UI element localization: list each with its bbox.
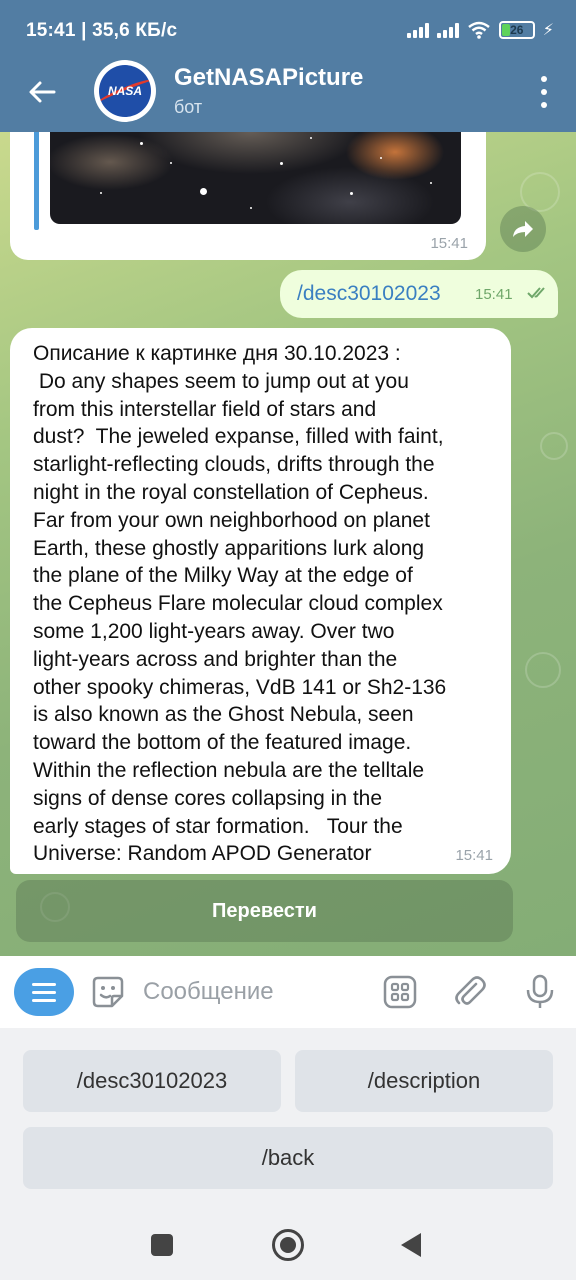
message-line: the plane of the Milky Way at the edge o… [33, 564, 413, 588]
message-line: starlight-reflecting clouds, drifts thro… [33, 453, 435, 477]
translate-button[interactable]: Перевести [16, 880, 513, 942]
bot-keyboard-icon[interactable] [382, 974, 418, 1010]
keyboard-button-description[interactable]: /description [295, 1050, 553, 1112]
sticker-icon[interactable] [90, 974, 126, 1010]
status-time: 15:41 | 35,6 КБ/с [26, 20, 178, 41]
message-line: Do any shapes seem to jump out at you [33, 369, 409, 393]
charging-icon: ⚡ [542, 22, 554, 39]
background-doodle [540, 432, 568, 460]
message-text: Описание к картинке дня 30.10.2023 : Do … [33, 340, 503, 868]
background-doodle [525, 652, 561, 688]
keyboard-button-back[interactable]: /back [23, 1127, 553, 1189]
message-line: light-years across and brighter than the [33, 647, 398, 671]
battery-level: 26 [510, 23, 524, 37]
system-nav-bar [0, 1212, 576, 1280]
chat-area[interactable]: 15:41 /desc30102023 15:41 Описание к кар… [0, 132, 576, 956]
message-line: signs of dense cores collapsing in the [33, 786, 383, 810]
back-arrow-icon[interactable] [22, 72, 62, 112]
message-line: other spooky chimeras, VdB 141 or Sh2-13… [33, 675, 447, 699]
status-bar: 15:41 | 35,6 КБ/с 26 ⚡ [0, 0, 576, 64]
signal-icon [406, 22, 429, 38]
back-triangle-icon[interactable] [401, 1233, 421, 1257]
message-line: Far from your own neighborhood on planet [33, 508, 430, 532]
share-button[interactable] [500, 206, 546, 252]
chat-title[interactable]: GetNASAPicture [174, 64, 363, 92]
bot-menu-button[interactable] [14, 968, 74, 1016]
message-time: 15:41 [455, 847, 493, 864]
message-line: the Cepheus Flare molecular cloud comple… [33, 592, 443, 616]
top-bar: 15:41 | 35,6 КБ/с 26 ⚡ NASA GetNASAPictu… [0, 0, 576, 132]
image-message[interactable]: 15:41 [10, 132, 486, 260]
wifi-icon [467, 21, 490, 39]
message-line: night in the royal constellation of Ceph… [33, 480, 429, 504]
microphone-icon[interactable] [524, 974, 556, 1010]
menu-icon [32, 982, 56, 1002]
message-input-bar: Сообщение [0, 956, 576, 1028]
keyboard-button-desc[interactable]: /desc30102023 [23, 1050, 281, 1112]
message-time: 15:41 [430, 235, 468, 252]
message-input[interactable]: Сообщение [143, 978, 274, 1006]
message-line: some 1,200 light-years away. Over two [33, 619, 395, 643]
attach-icon[interactable] [452, 974, 488, 1010]
incoming-message[interactable]: Описание к картинке дня 30.10.2023 : Do … [10, 328, 511, 874]
message-line: dust? The jeweled expanse, filled with f… [33, 425, 444, 449]
message-line: Описание к картинке дня 30.10.2023 : [33, 342, 401, 365]
message-time: 15:41 [475, 286, 513, 303]
message-line: early stages of star formation. Tour the [33, 814, 403, 838]
reply-keyboard: /desc30102023 /description /back [0, 1028, 576, 1212]
chat-header: NASA GetNASAPicture бот [0, 56, 576, 132]
read-checkmarks-icon [527, 287, 545, 299]
message-line: Earth, these ghostly apparitions lurk al… [33, 536, 425, 560]
nasa-logo-text: NASA [107, 84, 142, 98]
message-line: Universe: Random APOD Generator [33, 842, 372, 866]
recents-icon[interactable] [151, 1234, 173, 1256]
chat-subtitle: бот [174, 97, 203, 117]
nasa-logo-icon: NASA [99, 65, 151, 117]
quote-bar [34, 132, 39, 230]
outgoing-message[interactable]: /desc30102023 15:41 [280, 270, 558, 318]
status-icons: 26 ⚡ [406, 20, 554, 40]
message-line: from this interstellar field of stars an… [33, 397, 377, 421]
more-menu-icon[interactable] [534, 76, 554, 108]
battery-icon: 26 [498, 21, 535, 39]
home-icon[interactable] [272, 1229, 304, 1261]
forward-arrow-icon [513, 221, 533, 237]
outgoing-command-link[interactable]: /desc30102023 [297, 282, 441, 306]
signal-icon [436, 22, 459, 38]
nebula-photo[interactable] [50, 132, 461, 224]
avatar[interactable]: NASA [94, 60, 156, 122]
message-line: toward the bottom of the featured image. [33, 731, 412, 755]
message-line: Within the reflection nebula are the tel… [33, 758, 425, 782]
message-line: is also known as the Ghost Nebula, seen [33, 703, 414, 727]
